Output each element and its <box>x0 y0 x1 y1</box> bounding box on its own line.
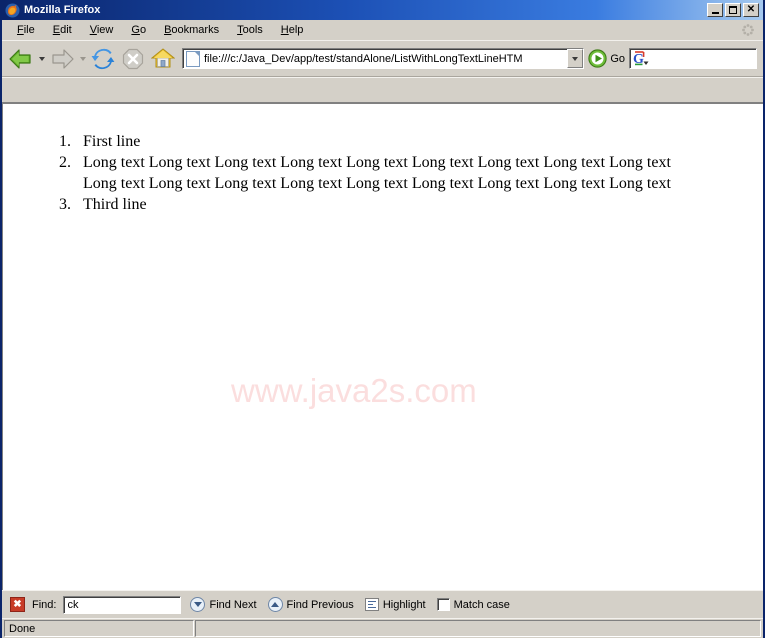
ordered-list: First line Long text Long text Long text… <box>3 131 763 215</box>
go-label: Go <box>610 52 625 65</box>
chevron-down-icon <box>79 56 86 61</box>
back-button[interactable] <box>6 44 36 74</box>
find-input[interactable]: ck <box>63 595 182 614</box>
bookmarks-toolbar[interactable] <box>2 77 763 103</box>
maximize-button[interactable] <box>725 3 741 17</box>
menu-item-tools[interactable]: Tools <box>228 22 272 38</box>
match-case-label: Match case <box>453 598 510 611</box>
home-icon <box>151 48 175 68</box>
find-close-button[interactable]: ✖ <box>10 597 25 612</box>
find-previous-label: Find Previous <box>286 598 354 611</box>
find-next-button[interactable]: Find Next <box>188 595 258 614</box>
back-arrow-icon <box>9 48 31 69</box>
go-button[interactable]: Go <box>586 49 629 68</box>
find-next-label: Find Next <box>209 598 257 611</box>
triangle-up <box>271 602 280 607</box>
highlight-button[interactable]: Highlight <box>363 596 428 613</box>
back-history-dropdown[interactable] <box>36 44 47 74</box>
close-icon: ✕ <box>746 3 756 15</box>
home-button[interactable] <box>148 44 178 74</box>
window-controls: ✕ <box>707 3 761 17</box>
go-arrow-icon <box>588 49 607 68</box>
status-progress-area <box>195 620 761 637</box>
toolbar-grip-icon <box>741 23 755 37</box>
url-dropdown-button[interactable] <box>567 49 584 68</box>
watermark: www.java2s.com <box>231 372 477 409</box>
menu-item-edit[interactable]: Edit <box>44 22 81 38</box>
title-bar: Mozilla Firefox ✕ <box>2 0 763 20</box>
close-icon: ✖ <box>13 598 22 610</box>
window-title: Mozilla Firefox <box>24 4 101 16</box>
find-previous-button[interactable]: Find Previous <box>266 595 356 614</box>
forward-button <box>47 44 77 74</box>
minimize-icon <box>711 11 719 14</box>
address-bar[interactable]: file:///c:/Java_Dev/app/test/standAlone/… <box>182 48 585 69</box>
menu-item-bookmarks[interactable]: Bookmarks <box>155 22 228 38</box>
url-text[interactable]: file:///c:/Java_Dev/app/test/standAlone/… <box>204 53 567 65</box>
page-content: First line Long text Long text Long text… <box>2 103 763 590</box>
list-item: First line <box>75 131 763 152</box>
list-item: Third line <box>75 194 763 215</box>
match-case-option[interactable]: Match case <box>435 596 512 613</box>
list-item: Long text Long text Long text Long text … <box>75 152 763 194</box>
reload-button[interactable] <box>88 44 118 74</box>
menu-item-help[interactable]: Help <box>272 22 313 38</box>
triangle-down <box>193 602 202 607</box>
match-case-checkbox[interactable] <box>436 598 450 611</box>
minimize-button[interactable] <box>707 3 723 17</box>
status-text: Done <box>4 620 194 637</box>
google-g-icon[interactable]: G <box>633 51 651 67</box>
firefox-icon <box>5 3 20 18</box>
maximize-icon <box>729 6 737 14</box>
stop-icon <box>122 48 144 69</box>
forward-arrow-icon <box>52 48 74 69</box>
navigation-toolbar: file:///c:/Java_Dev/app/test/standAlone/… <box>2 41 763 77</box>
stop-button <box>118 44 148 74</box>
menu-bar: File Edit View Go Bookmarks Tools Help <box>2 20 763 41</box>
menu-item-file[interactable]: File <box>8 22 44 38</box>
find-label: Find: <box>32 598 57 611</box>
browser-window: Mozilla Firefox ✕ File Edit View Go Book… <box>0 0 765 638</box>
menu-item-go[interactable]: Go <box>122 22 155 38</box>
menu-item-view[interactable]: View <box>81 22 123 38</box>
page-document-icon <box>186 50 200 67</box>
arrow-down-circle-icon <box>190 597 206 612</box>
search-input[interactable]: G <box>629 48 757 69</box>
highlight-lines-icon <box>364 598 379 611</box>
chevron-down-icon <box>38 56 45 61</box>
reload-icon <box>91 48 115 69</box>
chevron-down-icon <box>572 56 579 61</box>
arrow-up-circle-icon <box>267 597 283 612</box>
forward-history-dropdown <box>77 44 88 74</box>
close-button[interactable]: ✕ <box>743 3 759 17</box>
find-bar: ✖ Find: ck Find Next Find Previous Highl… <box>2 590 763 618</box>
status-bar: Done <box>2 618 763 638</box>
highlight-label: Highlight <box>382 598 426 611</box>
